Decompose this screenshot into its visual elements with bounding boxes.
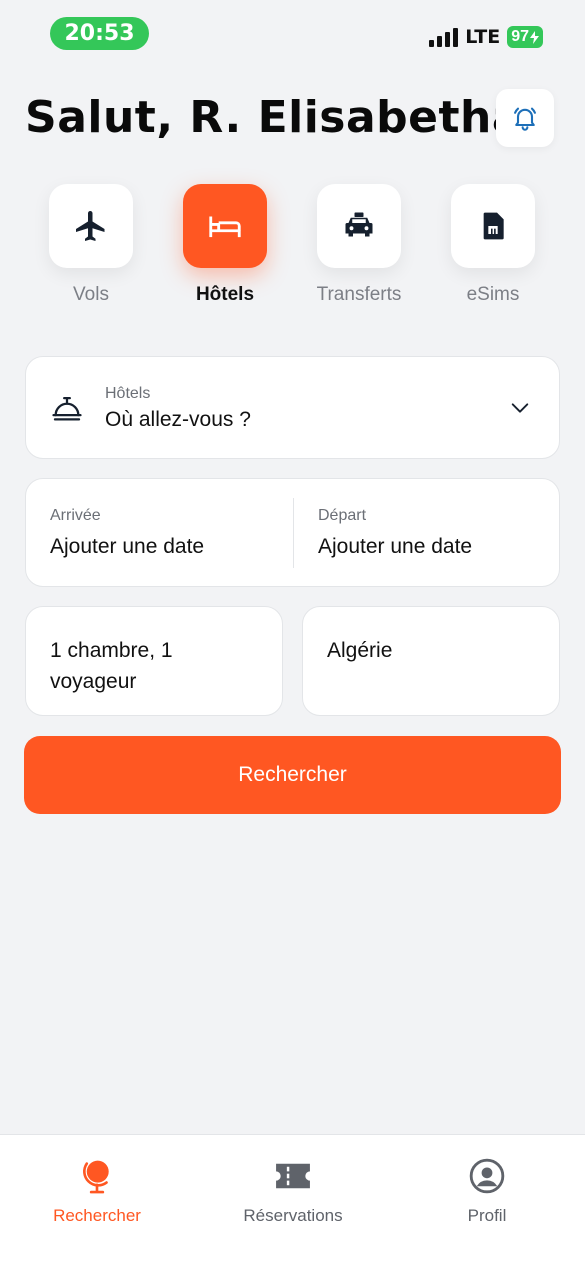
- bed-icon: [209, 216, 241, 238]
- category-tabs: Vols Hôtels Transferts eSims: [0, 184, 585, 314]
- nav-item-profil[interactable]: Profil: [397, 1157, 577, 1226]
- globe-icon: [83, 1160, 109, 1194]
- category-tile[interactable]: [451, 184, 535, 268]
- country-field[interactable]: Algérie: [302, 606, 560, 716]
- category-tile[interactable]: [317, 184, 401, 268]
- nav-label: Rechercher: [53, 1206, 141, 1225]
- status-indicators: LTE 97: [429, 26, 543, 48]
- signal-icon: [429, 27, 459, 47]
- category-label: Vols: [73, 284, 109, 305]
- bottom-nav: Rechercher Réservations Profil: [0, 1134, 585, 1266]
- battery-level: 97: [511, 28, 529, 45]
- destination-label: Hôtels: [105, 385, 151, 402]
- sim-card-icon: [483, 212, 504, 240]
- category-label: eSims: [466, 284, 520, 305]
- bell-icon: [514, 107, 536, 131]
- checkin-label: Arrivée: [50, 507, 101, 524]
- category-label: Hôtels: [195, 284, 255, 305]
- nav-item-reservations[interactable]: Réservations: [203, 1157, 383, 1226]
- category-tile[interactable]: [183, 184, 267, 268]
- concierge-bell-icon: [52, 396, 82, 421]
- category-esims[interactable]: eSims: [433, 184, 553, 306]
- status-time: 20:53: [50, 17, 149, 50]
- nav-label: Réservations: [243, 1206, 343, 1225]
- dates-field: Arrivée Ajouter une date Départ Ajouter …: [25, 478, 560, 587]
- checkout-label: Départ: [318, 507, 367, 524]
- date-divider: [293, 498, 294, 568]
- status-bar: 20:53 LTE 97: [0, 0, 585, 62]
- category-hotels[interactable]: Hôtels: [165, 184, 285, 306]
- taxi-icon: [345, 212, 373, 237]
- category-transferts[interactable]: Transferts: [299, 184, 419, 306]
- profile-icon: [469, 1158, 505, 1194]
- airplane-icon: [76, 211, 105, 241]
- checkout-value: Ajouter une date: [318, 535, 473, 558]
- nav-label: Profil: [467, 1206, 507, 1225]
- checkin-value: Ajouter une date: [50, 535, 205, 558]
- category-label: Transferts: [316, 284, 402, 305]
- search-button[interactable]: Rechercher: [24, 736, 561, 814]
- checkout-field[interactable]: Départ Ajouter une date: [318, 507, 472, 559]
- ticket-icon: [276, 1163, 310, 1189]
- chevron-down-icon: [511, 403, 529, 413]
- checkin-field[interactable]: Arrivée Ajouter une date: [50, 507, 204, 559]
- destination-placeholder: Où allez-vous ?: [105, 408, 251, 431]
- category-tile[interactable]: [49, 184, 133, 268]
- greeting-title: Salut, R. Elisabetha: [25, 92, 523, 143]
- notifications-button[interactable]: [496, 89, 554, 147]
- destination-field[interactable]: Hôtels Où allez-vous ?: [25, 356, 560, 459]
- category-vols[interactable]: Vols: [31, 184, 151, 306]
- country-value: Algérie: [327, 639, 393, 662]
- guests-value: 1 chambre, 1 voyageur: [50, 639, 173, 693]
- guests-field[interactable]: 1 chambre, 1 voyageur: [25, 606, 283, 716]
- battery-icon: 97: [507, 26, 543, 48]
- network-type: LTE: [465, 26, 501, 48]
- nav-item-rechercher[interactable]: Rechercher: [7, 1157, 187, 1226]
